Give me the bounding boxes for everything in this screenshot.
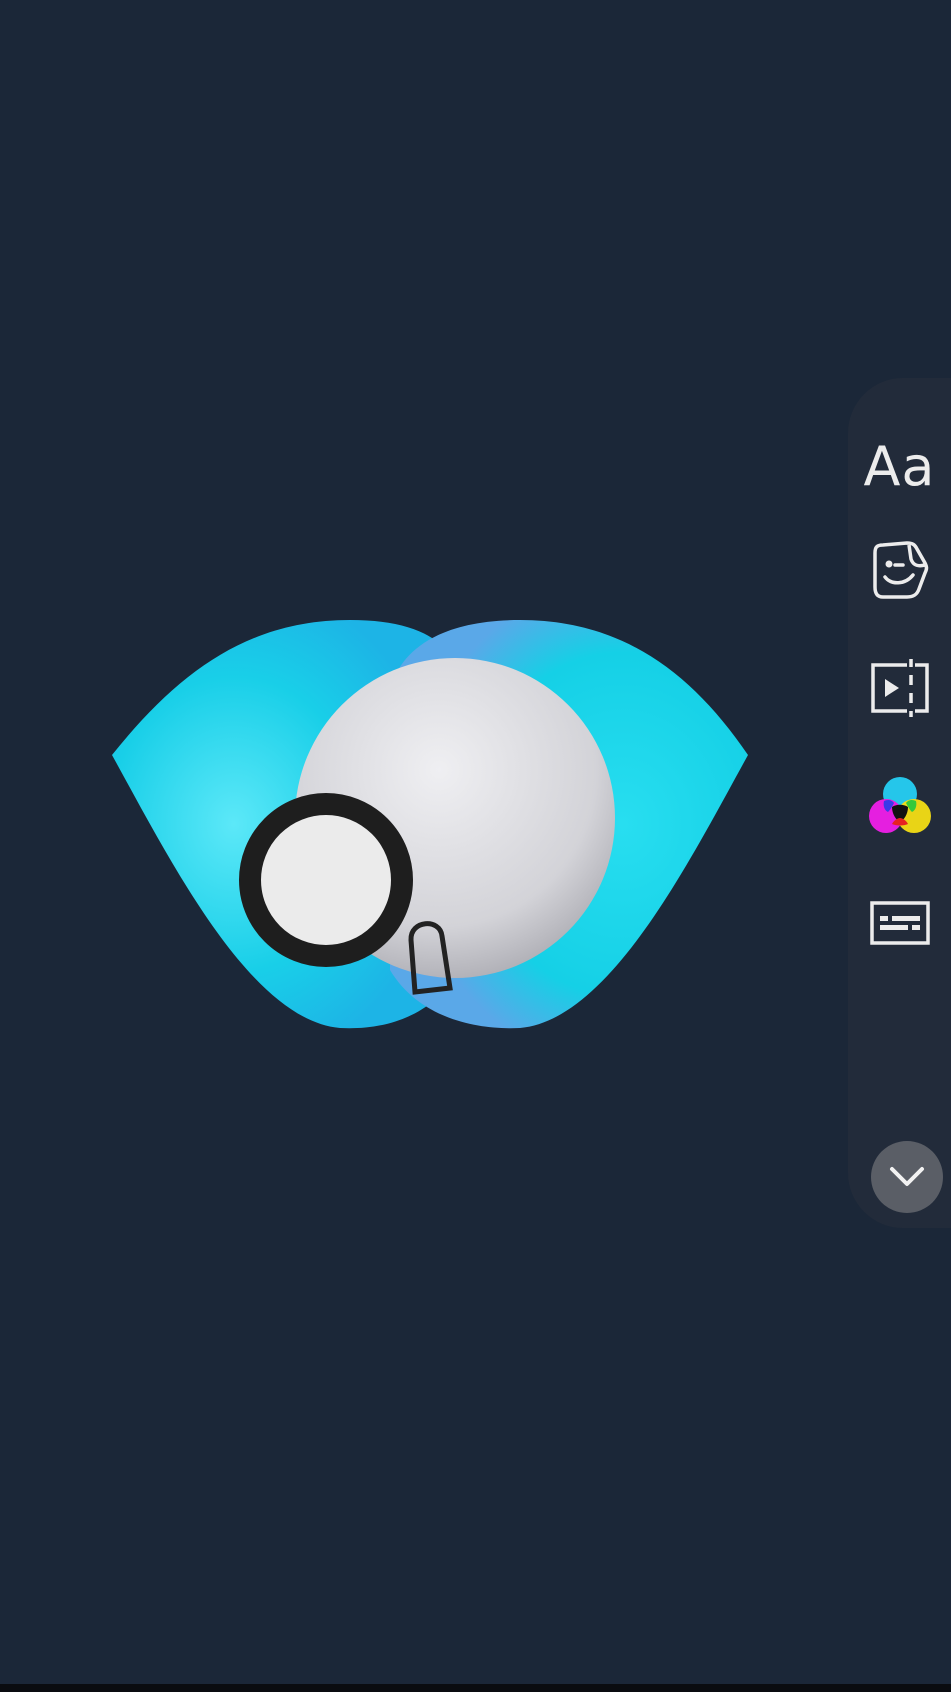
captions-tool-button[interactable]: [848, 878, 951, 968]
sticker-tool-button[interactable]: [848, 525, 951, 615]
eye-sticker[interactable]: [100, 610, 760, 1040]
system-bottom-edge: [0, 1684, 951, 1692]
trim-tool-button[interactable]: [848, 643, 951, 733]
filter-color-icon: [868, 777, 931, 833]
chevron-down-icon: [890, 1167, 924, 1186]
editing-toolbar: Aa: [848, 378, 951, 1228]
collapse-toolbar-button[interactable]: [871, 1141, 943, 1213]
sticker-icon: [872, 541, 928, 599]
text-icon: Aa: [863, 434, 936, 498]
filters-tool-button[interactable]: [848, 761, 951, 851]
pupil: [239, 793, 413, 967]
editor-canvas: Aa: [0, 0, 951, 1692]
captions-icon: [869, 901, 930, 945]
text-tool-button[interactable]: Aa: [848, 421, 951, 511]
trim-icon: [870, 659, 929, 717]
